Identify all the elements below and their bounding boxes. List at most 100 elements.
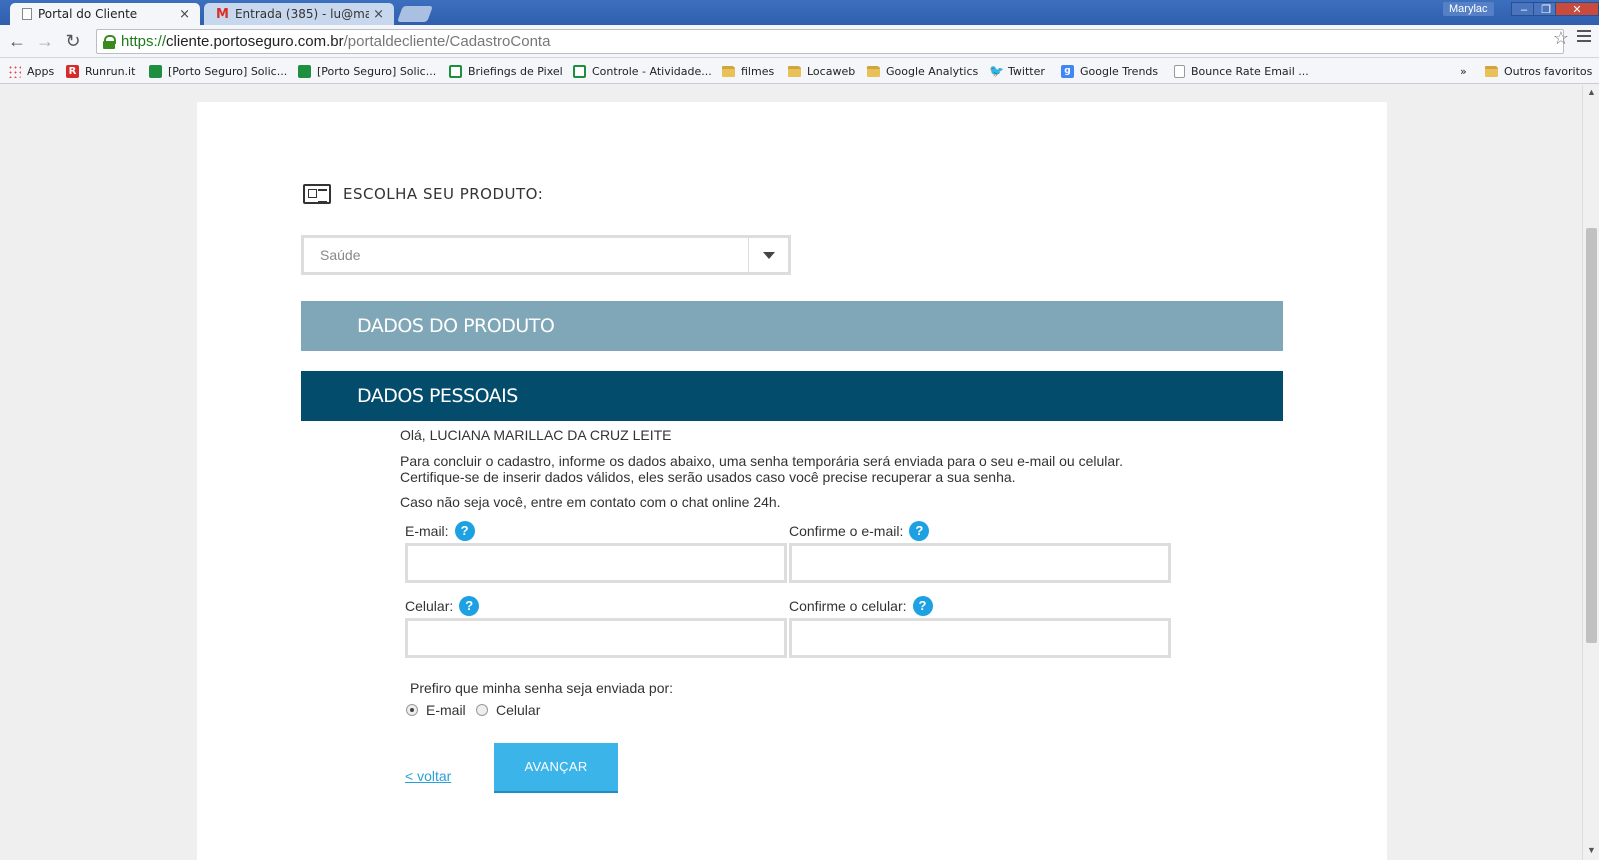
browser-toolbar: ← → ↻ https://cliente.portoseguro.com.br…	[0, 25, 1599, 58]
confirm-email-field[interactable]	[789, 543, 1171, 583]
product-select[interactable]: Saúde	[301, 235, 791, 275]
bookmark-porto-seguro-2[interactable]: [Porto Seguro] Solic...	[298, 62, 436, 80]
radio-phone[interactable]: Celular	[476, 702, 540, 718]
bookmark-controle[interactable]: Controle - Atividade...	[573, 62, 712, 80]
product-heading: ESCOLHA SEU PRODUTO:	[303, 184, 543, 204]
tab-title: Portal do Cliente	[38, 7, 138, 21]
bookmark-label: [Porto Seguro] Solic...	[317, 64, 437, 78]
runrun-icon: R	[66, 64, 79, 78]
bookmark-apps[interactable]: Apps	[8, 62, 54, 80]
bookmark-briefings[interactable]: Briefings de Pixel	[449, 62, 563, 80]
folder-icon	[788, 65, 801, 77]
lock-icon	[103, 34, 116, 49]
bookmark-other-favorites[interactable]: Outros favoritos	[1485, 62, 1592, 80]
sheets-icon	[449, 64, 462, 78]
bookmarks-overflow-icon[interactable]: »	[1460, 62, 1467, 80]
instruction-text: Para concluir o cadastro, informe os dad…	[400, 453, 1123, 469]
gmail-icon: M	[216, 6, 229, 22]
radio-phone-button[interactable]	[476, 704, 488, 716]
next-button[interactable]: AVANÇAR	[494, 743, 618, 793]
tab-portal-do-cliente[interactable]: Portal do Cliente ×	[10, 3, 200, 25]
reload-icon[interactable]: ↻	[62, 31, 84, 52]
bookmark-google-analytics[interactable]: Google Analytics	[867, 62, 978, 80]
profile-name[interactable]: Marylac	[1443, 2, 1494, 16]
menu-icon[interactable]	[1577, 30, 1591, 45]
tab-close-icon[interactable]: ×	[179, 7, 190, 22]
sheets-icon	[298, 64, 311, 78]
help-icon[interactable]: ?	[459, 596, 480, 616]
chevron-down-icon[interactable]	[748, 238, 788, 272]
apps-grid-icon	[8, 64, 21, 78]
address-bar[interactable]: https://cliente.portoseguro.com.br/porta…	[96, 29, 1564, 54]
bookmark-label: Bounce Rate Email ...	[1191, 64, 1309, 78]
tab-gmail-inbox[interactable]: M Entrada (385) - lu@marylla ×	[204, 3, 394, 25]
radio-email[interactable]: E-mail	[406, 702, 466, 718]
browser-titlebar: Portal do Cliente × M Entrada (385) - lu…	[0, 0, 1599, 25]
page-viewport: ESCOLHA SEU PRODUTO: Saúde DADOS DO PROD…	[0, 85, 1582, 860]
bookmark-label: Controle - Atividade...	[592, 64, 712, 78]
url-path: /portaldecliente/CadastroConta	[343, 33, 551, 50]
new-tab-button[interactable]	[397, 6, 433, 22]
bookmark-bounce-rate[interactable]: Bounce Rate Email ...	[1174, 62, 1309, 80]
bookmark-twitter[interactable]: 🐦 Twitter	[989, 62, 1045, 80]
bookmark-label: Outros favoritos	[1504, 64, 1593, 78]
url-host: cliente.portoseguro.com.br	[166, 33, 344, 50]
product-select-value: Saúde	[320, 247, 361, 263]
bookmarks-bar: Apps R Runrun.it [Porto Seguro] Solic... …	[0, 58, 1599, 84]
email-field[interactable]	[405, 543, 787, 583]
confirm-phone-field[interactable]	[789, 618, 1171, 658]
email-label: E-mail: ?	[405, 521, 475, 541]
google-icon: g	[1061, 64, 1074, 78]
bookmark-filmes[interactable]: filmes	[722, 62, 774, 80]
help-icon[interactable]: ?	[912, 596, 933, 616]
bookmark-google-trends[interactable]: g Google Trends	[1061, 62, 1158, 80]
scroll-thumb[interactable]	[1586, 228, 1597, 643]
bookmark-label: Google Trends	[1080, 64, 1159, 78]
forward-arrow-icon[interactable]: →	[34, 31, 56, 52]
help-icon[interactable]: ?	[909, 521, 930, 541]
back-link[interactable]: < voltar	[405, 768, 451, 784]
field-label-text: E-mail:	[405, 523, 449, 539]
twitter-icon: 🐦	[989, 63, 1004, 78]
radio-label: E-mail	[426, 702, 466, 718]
field-label-text: Confirme o e-mail:	[789, 523, 904, 539]
section-title: DADOS DO PRODUTO	[357, 315, 555, 337]
folder-icon	[1485, 65, 1498, 77]
phone-field[interactable]	[405, 618, 787, 658]
field-label-text: Celular:	[405, 598, 454, 614]
page-scrollbar[interactable]: ▲ ▼	[1582, 85, 1599, 860]
back-arrow-icon[interactable]: ←	[6, 31, 28, 52]
bookmark-locaweb[interactable]: Locaweb	[788, 62, 855, 80]
section-dados-pessoais[interactable]: DADOS PESSOAIS	[301, 371, 1283, 421]
tab-title: Entrada (385) - lu@marylla	[234, 7, 370, 21]
radio-email-button[interactable]	[406, 704, 418, 716]
instruction-text: Caso não seja você, entre em contato com…	[400, 494, 781, 510]
field-label-text: Confirme o celular:	[789, 598, 907, 614]
bookmark-label: [Porto Seguro] Solic...	[168, 64, 288, 78]
close-window-icon[interactable]: ✕	[1555, 2, 1599, 16]
bookmark-label: filmes	[741, 64, 775, 78]
help-icon[interactable]: ?	[454, 521, 475, 541]
bookmark-porto-seguro-1[interactable]: [Porto Seguro] Solic...	[149, 62, 287, 80]
bookmark-label: Google Analytics	[886, 64, 979, 78]
instruction-text: Certifique-se de inserir dados válidos, …	[400, 469, 1016, 485]
section-dados-do-produto[interactable]: DADOS DO PRODUTO	[301, 301, 1283, 351]
bookmark-label: Briefings de Pixel	[468, 64, 563, 78]
bookmark-star-icon[interactable]: ☆	[1553, 28, 1569, 49]
phone-label: Celular: ?	[405, 596, 480, 616]
content-panel: ESCOLHA SEU PRODUTO: Saúde DADOS DO PROD…	[197, 102, 1387, 860]
folder-icon	[867, 65, 880, 77]
scroll-down-icon[interactable]: ▼	[1587, 845, 1596, 855]
greeting-text: Olá, LUCIANA MARILLAC DA CRUZ LEITE	[400, 427, 672, 443]
folder-icon	[722, 65, 735, 77]
bookmark-label: Locaweb	[807, 64, 856, 78]
preference-label: Prefiro que minha senha seja enviada por…	[410, 680, 674, 696]
tab-close-icon[interactable]: ×	[373, 7, 384, 22]
product-heading-text: ESCOLHA SEU PRODUTO:	[343, 185, 544, 203]
confirm-phone-label: Confirme o celular: ?	[789, 596, 933, 616]
id-card-icon	[303, 184, 331, 204]
bookmark-label: Runrun.it	[85, 64, 136, 78]
sheets-icon	[149, 64, 162, 78]
scroll-up-icon[interactable]: ▲	[1587, 87, 1596, 97]
bookmark-runrun[interactable]: R Runrun.it	[66, 62, 135, 80]
